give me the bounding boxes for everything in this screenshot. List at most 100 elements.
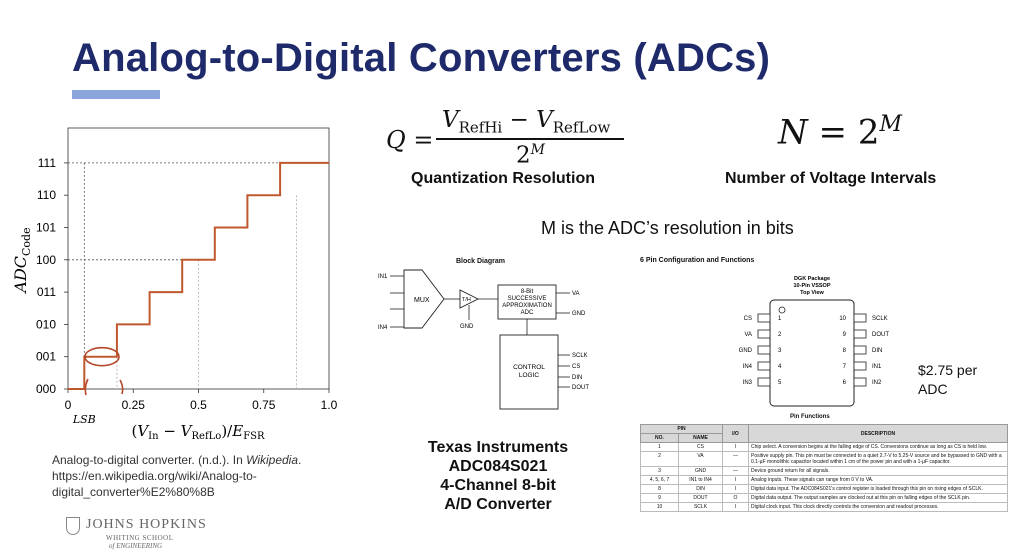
left-pin-name: VA	[744, 332, 752, 338]
right-pin-pad	[853, 345, 867, 355]
x-tick-label: 0.75	[252, 398, 276, 412]
va-label: VA	[572, 291, 580, 297]
price-label: $2.75 per ADC	[918, 361, 998, 399]
in1-label: IN1	[378, 274, 388, 280]
dout-pin-label: DOUT	[572, 385, 589, 391]
x-tick-label: 0	[65, 398, 72, 412]
jhu-logo-sub2: of ENGINEERING	[109, 542, 163, 550]
table-row: 4, 5, 6, 7 IN1 to IN4 I Analog inputs. Thes…	[640, 475, 1008, 485]
plot-frame	[67, 127, 330, 390]
hand-mark-right	[119, 379, 124, 395]
in4-label: IN4	[378, 325, 388, 331]
io-header: I/O	[722, 424, 749, 443]
table-row: 10 SCLK I Digital clock input. This clock d…	[640, 502, 1008, 512]
right-pin-pad	[853, 313, 867, 323]
control-line-1: CONTROL	[513, 364, 545, 371]
q-label: Quantization Resolution	[411, 170, 595, 187]
n-label: Number of Voltage Intervals	[725, 170, 937, 187]
table-cell: I	[722, 484, 749, 494]
left-pin-pad	[757, 361, 771, 371]
table-row: 1 CS I Chip select. A conversion begins at …	[640, 442, 1008, 452]
table-cell: CS	[678, 442, 723, 452]
right-pin-name: DOUT	[872, 332, 889, 338]
m-statement: M is the ADC’s resolution in bits	[541, 218, 794, 238]
table-row: 8 DIN I Digital data input. The ADC084S021'…	[640, 484, 1008, 494]
x-tick-label: 0.25	[122, 398, 146, 412]
citation-url-2[interactable]: digital_converter%E2%80%8B	[52, 484, 342, 500]
y-tick-label: 110	[37, 188, 56, 202]
package-line-1: DGK Package	[794, 276, 830, 282]
table-cell: Digital data input. The ADC084S021's con…	[748, 484, 1008, 494]
control-line-2: LOGIC	[519, 372, 540, 379]
ti-line-4: A/D Converter	[444, 496, 552, 513]
table-cell: DIN	[678, 484, 723, 494]
pin-config-diagram: DGK Package 10-Pin VSSOP Top View CS 1VA 2…	[739, 276, 889, 407]
citation: Analog-to-digital converter. (n.d.). In …	[52, 452, 342, 500]
citation-period: .	[298, 453, 302, 467]
table-cell: VA	[678, 451, 723, 467]
sar-line-1: 8-Bit	[521, 289, 534, 295]
th-label: T/H	[462, 297, 471, 303]
right-pin-name: DIN	[872, 348, 882, 354]
q-lhs: Q =	[386, 126, 434, 154]
table-cell: O	[722, 493, 749, 503]
table-row: 9 DOUT O Digital data output. The output sa…	[640, 493, 1008, 503]
lsb-label: LSB	[72, 413, 96, 426]
table-cell: Chip select. A conversion begins at the …	[748, 442, 1008, 452]
table-cell: Positive supply pin. This pin must be co…	[748, 451, 1008, 467]
block-diagram-title: Block Diagram	[456, 258, 506, 265]
table-cell: 8	[640, 484, 679, 494]
q-numerator: VRefHi − VRefLow	[442, 107, 611, 137]
citation-url-1[interactable]: https://en.wikipedia.org/wiki/Analog-to-	[52, 468, 342, 484]
table-cell: —	[722, 451, 749, 467]
left-pin-name: GND	[739, 348, 753, 354]
right-pin-number: 10	[839, 316, 846, 322]
adc-transfer-chart: 0000010100111001011101110 0.25 0.5 0.75 1.0L…	[11, 127, 338, 442]
table-cell: —	[722, 466, 749, 476]
ti-line-1: Texas Instruments	[427, 439, 569, 456]
table-cell: Digital data output. The output samples …	[748, 493, 1008, 503]
no-header: NO.	[640, 433, 679, 443]
table-cell: Analog inputs. These signals can range f…	[748, 475, 1008, 485]
price-line-1: $2.75 per	[918, 362, 978, 378]
table-cell: 4, 5, 6, 7	[640, 475, 679, 485]
table-row: 2 VA — Positive supply pin. This pin must b…	[640, 451, 1008, 467]
name-header: NAME	[678, 433, 723, 443]
fraction-bar	[436, 138, 624, 140]
pin-config-title: 6 Pin Configuration and Functions	[640, 257, 755, 264]
y-tick-label: 100	[36, 253, 56, 267]
y-tick-label: 011	[37, 285, 56, 299]
table-cell: GND	[678, 466, 723, 476]
x-tick-label: 1.0	[321, 398, 338, 412]
pin-functions-table: PIN I/O DESCRIPTION NO. NAME 1 CS I Chip se…	[640, 424, 1008, 512]
table-cell: SCLK	[678, 502, 723, 512]
table-row: 3 GND — Device ground return for all signal…	[640, 466, 1008, 476]
left-pin-pad	[757, 313, 771, 323]
th-gnd-label: GND	[460, 324, 474, 330]
table-cell: I	[722, 442, 749, 452]
table-cell: 2	[640, 451, 679, 467]
jhu-logo-sub1: WHITING SCHOOL	[106, 534, 174, 542]
table-cell: 10	[640, 502, 679, 512]
y-tick-label: 000	[36, 382, 56, 396]
sar-line-3: APPROXIMATION	[502, 303, 552, 309]
left-pin-name: IN3	[743, 380, 753, 386]
table-cell: I	[722, 502, 749, 512]
ti-line-2: ADC084S021	[448, 458, 548, 475]
input-lines	[390, 275, 404, 328]
hand-mark-left	[84, 378, 89, 396]
table-cell: Digital clock input. This clock directly…	[748, 502, 1008, 512]
jhu-logo-name: JOHNS HOPKINS	[86, 517, 207, 532]
y-tick-label: 010	[36, 317, 56, 331]
left-pin-pad	[757, 345, 771, 355]
citation-source: Wikipedia	[246, 453, 299, 467]
left-pin-name: IN4	[743, 364, 753, 370]
pin-group-header: PIN	[640, 424, 723, 434]
y-tick-label: 101	[36, 221, 56, 235]
sar-line-2: SUCCESSIVE	[508, 296, 547, 302]
slide-title: Analog-to-Digital Converters (ADCs)	[72, 36, 771, 80]
table-cell: 3	[640, 466, 679, 476]
right-pin-name: IN2	[872, 380, 882, 386]
jhu-shield-icon	[66, 517, 80, 535]
table-cell: 9	[640, 493, 679, 503]
